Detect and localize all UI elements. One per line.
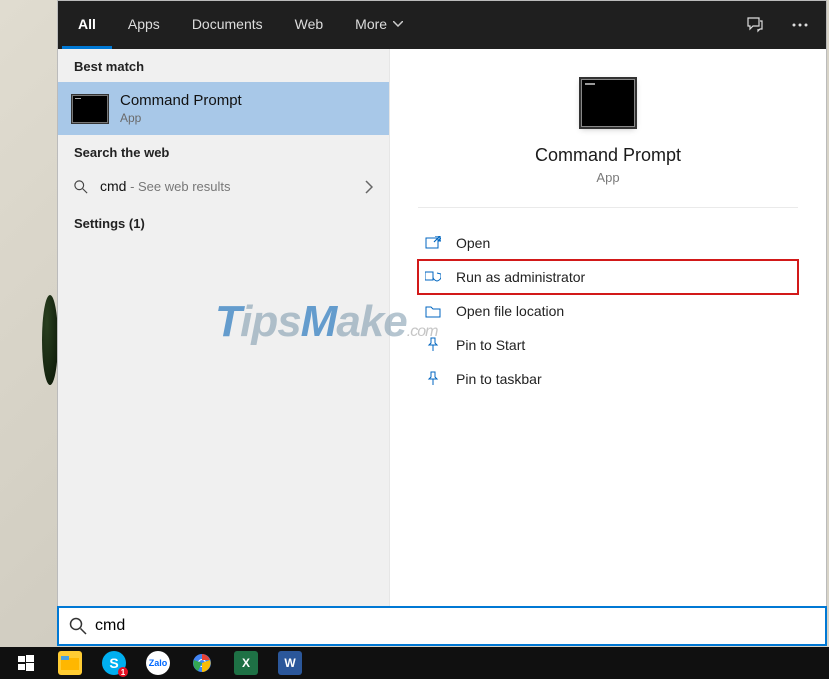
web-query-text: cmd	[100, 178, 126, 194]
pin-start-icon	[424, 337, 442, 353]
feedback-icon[interactable]	[732, 1, 778, 49]
zalo-icon: Zalo	[146, 651, 170, 675]
search-box[interactable]	[57, 606, 827, 646]
search-web-header: Search the web	[58, 135, 389, 168]
action-label: Open file location	[456, 303, 564, 319]
taskbar-zalo[interactable]: Zalo	[136, 647, 180, 679]
start-button[interactable]	[4, 647, 48, 679]
taskbar-file-explorer[interactable]	[48, 647, 92, 679]
web-search-result[interactable]: cmd - See web results	[58, 168, 389, 206]
folder-icon	[424, 303, 442, 319]
tab-more[interactable]: More	[339, 1, 419, 49]
open-icon	[424, 235, 442, 251]
admin-shield-icon	[424, 269, 442, 285]
action-label: Open	[456, 235, 490, 251]
results-left-panel: Best match Command Prompt App Search the…	[58, 49, 389, 645]
skype-icon: S1	[102, 651, 126, 675]
cmd-icon	[72, 95, 108, 123]
search-input[interactable]	[95, 617, 815, 635]
file-explorer-icon	[58, 651, 82, 675]
chevron-right-icon	[365, 180, 373, 194]
actions-list: Open Run as administrator Open file loca…	[418, 208, 798, 396]
tab-all[interactable]: All	[62, 1, 112, 49]
pin-taskbar-icon	[424, 371, 442, 387]
windows-logo-icon	[18, 655, 34, 671]
action-open[interactable]: Open	[418, 226, 798, 260]
search-icon	[74, 180, 88, 194]
details-right-panel: Command Prompt App Open Run as administr…	[389, 49, 826, 645]
tab-web[interactable]: Web	[279, 1, 340, 49]
action-label: Run as administrator	[456, 269, 585, 285]
taskbar-excel[interactable]: X	[224, 647, 268, 679]
excel-icon: X	[234, 651, 258, 675]
action-label: Pin to Start	[456, 337, 525, 353]
desktop-object	[42, 295, 58, 385]
taskbar-word[interactable]: W	[268, 647, 312, 679]
more-options-icon[interactable]	[778, 1, 822, 49]
settings-header[interactable]: Settings (1)	[58, 206, 389, 239]
search-icon	[69, 617, 87, 635]
action-pin-to-taskbar[interactable]: Pin to taskbar	[418, 362, 798, 396]
app-type: App	[596, 170, 619, 185]
app-name: Command Prompt	[535, 145, 681, 166]
tab-apps[interactable]: Apps	[112, 1, 176, 49]
action-pin-to-start[interactable]: Pin to Start	[418, 328, 798, 362]
app-hero: Command Prompt App	[418, 73, 798, 208]
taskbar: S1 Zalo X W	[0, 647, 829, 679]
action-run-as-administrator[interactable]: Run as administrator	[418, 260, 798, 294]
action-label: Pin to taskbar	[456, 371, 542, 387]
taskbar-skype[interactable]: S1	[92, 647, 136, 679]
word-icon: W	[278, 651, 302, 675]
best-match-header: Best match	[58, 49, 389, 82]
best-match-result[interactable]: Command Prompt App	[58, 82, 389, 135]
search-filter-tabs: All Apps Documents Web More	[58, 1, 826, 49]
result-subtitle: App	[120, 111, 242, 125]
chevron-down-icon	[393, 21, 403, 27]
tab-documents[interactable]: Documents	[176, 1, 279, 49]
chrome-icon	[190, 651, 214, 675]
web-suffix-text: - See web results	[126, 179, 230, 194]
taskbar-chrome[interactable]	[180, 647, 224, 679]
cmd-icon-large	[581, 79, 635, 127]
action-open-file-location[interactable]: Open file location	[418, 294, 798, 328]
tab-more-label: More	[355, 16, 387, 32]
result-title: Command Prompt	[120, 92, 242, 109]
search-results-window: All Apps Documents Web More Best match C…	[57, 0, 827, 646]
